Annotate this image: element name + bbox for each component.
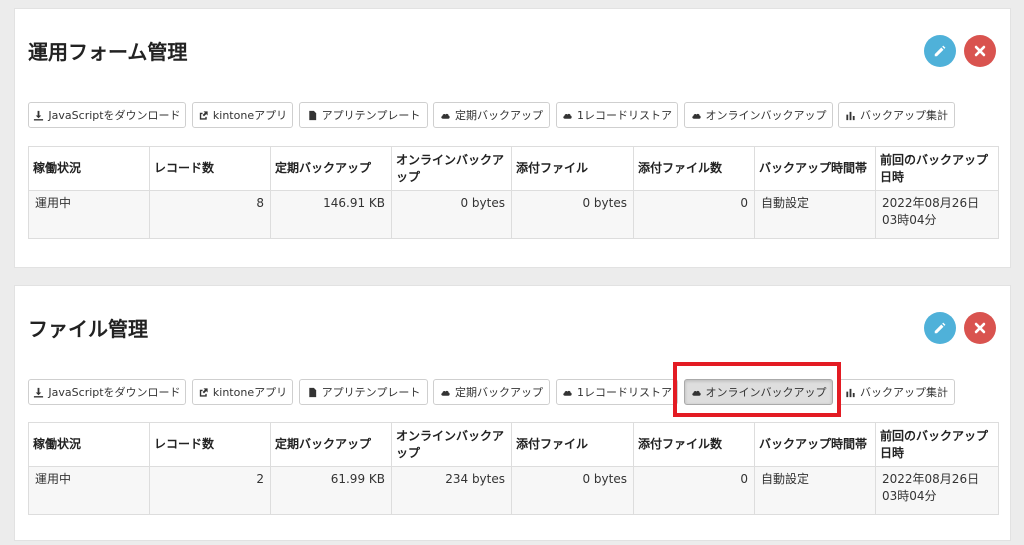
header-backup-time: バックアップ時間帯 bbox=[754, 146, 876, 191]
header-attachment-count: 添付ファイル数 bbox=[633, 146, 755, 191]
cloud-icon bbox=[440, 387, 451, 398]
header-record-count: レコード数 bbox=[149, 146, 271, 191]
kintone-app-button[interactable]: kintoneアプリ bbox=[192, 102, 293, 128]
cell-attachments: 0 bytes bbox=[511, 190, 634, 239]
external-link-icon bbox=[198, 110, 209, 121]
cell-last-backup: 2022年08月26日03時04分 bbox=[875, 190, 999, 239]
bar-chart-icon bbox=[845, 110, 856, 121]
cell-online-backup: 234 bytes bbox=[391, 466, 512, 515]
header-attachments: 添付ファイル bbox=[511, 146, 634, 191]
header-scheduled-backup: 定期バックアップ bbox=[270, 146, 392, 191]
cloud-icon bbox=[562, 387, 573, 398]
cell-scheduled-backup: 146.91 KB bbox=[270, 190, 392, 239]
cell-backup-time: 自動設定 bbox=[754, 190, 876, 239]
close-icon bbox=[974, 322, 986, 334]
cell-record-count: 8 bbox=[149, 190, 271, 239]
header-online-backup: オンラインバックアップ bbox=[391, 146, 512, 191]
highlight-box bbox=[673, 362, 841, 417]
cell-attachment-count: 0 bbox=[633, 190, 755, 239]
download-icon bbox=[33, 387, 44, 398]
card-title: 運用フォーム管理 bbox=[28, 40, 188, 64]
scheduled-backup-button[interactable]: 定期バックアップ bbox=[433, 102, 550, 128]
table-row: 運用中 2 61.99 KB 234 bytes 0 bytes 0 自動設定 … bbox=[28, 466, 999, 515]
app-template-button[interactable]: アプリテンプレート bbox=[299, 102, 428, 128]
bar-chart-icon bbox=[845, 387, 856, 398]
header-last-backup: 前回のバックアップ日時 bbox=[875, 146, 999, 191]
download-js-button[interactable]: JavaScriptをダウンロード bbox=[28, 379, 186, 405]
close-icon bbox=[974, 45, 986, 57]
header-last-backup: 前回のバックアップ日時 bbox=[875, 422, 999, 467]
pencil-icon bbox=[934, 45, 946, 57]
card-title: ファイル管理 bbox=[28, 317, 148, 341]
app-template-button[interactable]: アプリテンプレート bbox=[299, 379, 428, 405]
backup-stats-button[interactable]: バックアップ集計 bbox=[838, 102, 955, 128]
one-record-restore-button[interactable]: 1レコードリストア bbox=[556, 379, 678, 405]
header-attachment-count: 添付ファイル数 bbox=[633, 422, 755, 467]
header-scheduled-backup: 定期バックアップ bbox=[270, 422, 392, 467]
external-link-icon bbox=[198, 387, 209, 398]
file-icon bbox=[307, 387, 318, 398]
table-header-row: 稼働状況 レコード数 定期バックアップ オンラインバックアップ 添付ファイル 添… bbox=[28, 422, 999, 467]
backup-status-table: 稼働状況 レコード数 定期バックアップ オンラインバックアップ 添付ファイル 添… bbox=[28, 146, 999, 239]
cell-online-backup: 0 bytes bbox=[391, 190, 512, 239]
header-status: 稼働状況 bbox=[28, 422, 150, 467]
cell-last-backup: 2022年08月26日03時04分 bbox=[875, 466, 999, 515]
table-row: 運用中 8 146.91 KB 0 bytes 0 bytes 0 自動設定 2… bbox=[28, 190, 999, 239]
backup-status-table: 稼働状況 レコード数 定期バックアップ オンラインバックアップ 添付ファイル 添… bbox=[28, 422, 999, 515]
header-status: 稼働状況 bbox=[28, 146, 150, 191]
app-card: ファイル管理 JavaScriptをダウンロード kintoneアプリ アプリテ… bbox=[14, 285, 1011, 541]
app-card: 運用フォーム管理 JavaScriptをダウンロード kintoneアプリ アプ… bbox=[14, 8, 1011, 268]
cloud-icon bbox=[691, 110, 702, 121]
download-icon bbox=[33, 110, 44, 121]
header-record-count: レコード数 bbox=[149, 422, 271, 467]
cell-backup-time: 自動設定 bbox=[754, 466, 876, 515]
delete-button[interactable] bbox=[964, 35, 996, 67]
scheduled-backup-button[interactable]: 定期バックアップ bbox=[433, 379, 550, 405]
edit-button[interactable] bbox=[924, 35, 956, 67]
table-header-row: 稼働状況 レコード数 定期バックアップ オンラインバックアップ 添付ファイル 添… bbox=[28, 146, 999, 191]
file-icon bbox=[307, 110, 318, 121]
header-attachments: 添付ファイル bbox=[511, 422, 634, 467]
cloud-icon bbox=[440, 110, 451, 121]
kintone-app-button[interactable]: kintoneアプリ bbox=[192, 379, 293, 405]
header-backup-time: バックアップ時間帯 bbox=[754, 422, 876, 467]
online-backup-button[interactable]: オンラインバックアップ bbox=[684, 102, 833, 128]
delete-button[interactable] bbox=[964, 312, 996, 344]
header-online-backup: オンラインバックアップ bbox=[391, 422, 512, 467]
cell-status: 運用中 bbox=[28, 466, 150, 515]
cell-attachment-count: 0 bbox=[633, 466, 755, 515]
cell-record-count: 2 bbox=[149, 466, 271, 515]
edit-button[interactable] bbox=[924, 312, 956, 344]
one-record-restore-button[interactable]: 1レコードリストア bbox=[556, 102, 678, 128]
cloud-icon bbox=[562, 110, 573, 121]
pencil-icon bbox=[934, 322, 946, 334]
backup-stats-button[interactable]: バックアップ集計 bbox=[838, 379, 955, 405]
cell-scheduled-backup: 61.99 KB bbox=[270, 466, 392, 515]
download-js-button[interactable]: JavaScriptをダウンロード bbox=[28, 102, 186, 128]
cell-attachments: 0 bytes bbox=[511, 466, 634, 515]
cell-status: 運用中 bbox=[28, 190, 150, 239]
